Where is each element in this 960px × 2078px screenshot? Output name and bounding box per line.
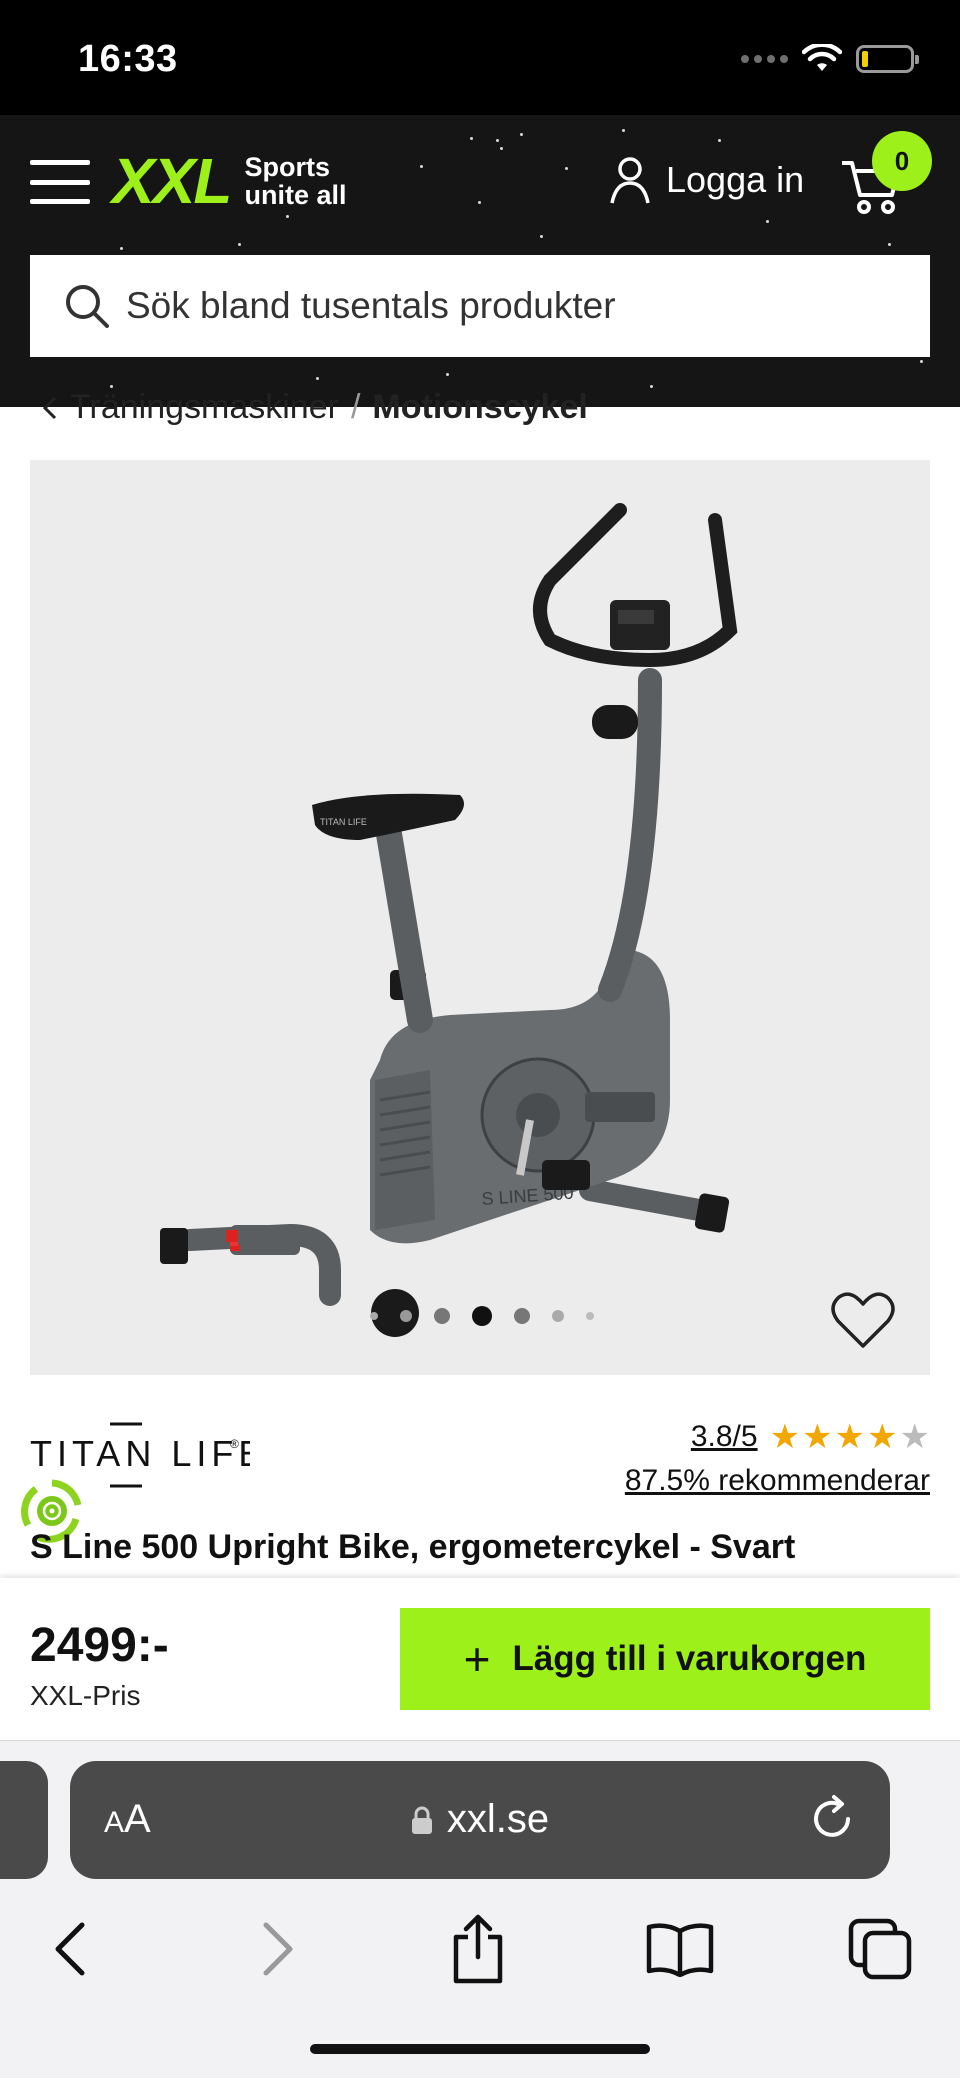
- star-filled-icon: ★: [802, 1418, 833, 1456]
- sticky-purchase-bar: 2499:- XXL-Pris + Lägg till i varukorgen: [0, 1578, 960, 1740]
- product-title: S Line 500 Upright Bike, ergometercykel …: [30, 1528, 796, 1566]
- chevron-right-icon: [263, 1922, 293, 1976]
- breadcrumb-current: Motionscykel: [372, 388, 588, 426]
- cellular-signal-icon: [741, 55, 788, 63]
- price-label: XXL-Pris: [30, 1680, 141, 1711]
- reload-icon[interactable]: [804, 1791, 860, 1847]
- user-icon: [610, 157, 650, 204]
- cart-count-badge: 0: [872, 131, 932, 191]
- login-label: Logga in: [666, 159, 805, 200]
- chevron-left-icon: [42, 396, 57, 419]
- exercise-bike-image: S LINE 500 TITAN LIFE: [160, 503, 738, 1337]
- site-header: XXL Sports unite all Logga in 0: [0, 115, 960, 407]
- status-time: 16:33: [78, 38, 178, 80]
- logo-tagline-line1: Sports: [244, 152, 330, 182]
- breadcrumb-separator: /: [350, 388, 361, 426]
- address-bar[interactable]: AA xxl.se: [70, 1761, 890, 1879]
- wifi-icon: [802, 44, 842, 71]
- product-rating[interactable]: 3.8/5 ★ ★ ★ ★ ★ 87.5% rekommenderar: [625, 1420, 930, 1498]
- status-icons: [741, 44, 919, 74]
- url-text: xxl.se: [446, 1797, 550, 1841]
- share-button[interactable]: [438, 1909, 518, 1989]
- rating-row: 3.8/5 ★ ★ ★ ★ ★: [625, 1420, 930, 1454]
- tabs-icon: [848, 1918, 912, 1980]
- add-to-cart-label: Lägg till i varukorgen: [512, 1639, 867, 1678]
- logo-wordmark: XXL: [112, 145, 232, 217]
- carousel-dot[interactable]: [400, 1310, 412, 1322]
- battery-icon: [856, 45, 919, 73]
- bookmarks-button[interactable]: [640, 1909, 720, 1989]
- chevron-left-icon: [55, 1922, 85, 1976]
- url-display[interactable]: xxl.se: [70, 1797, 890, 1842]
- tabs-button[interactable]: [840, 1909, 920, 1989]
- carousel-indicators[interactable]: [370, 1306, 594, 1326]
- rating-score[interactable]: 3.8/5: [691, 1420, 758, 1454]
- add-to-cart-button[interactable]: + Lägg till i varukorgen: [400, 1608, 930, 1710]
- favorite-button[interactable]: [830, 1290, 896, 1350]
- product-image-carousel[interactable]: S LINE 500 TITAN LIFE: [30, 460, 930, 1375]
- browser-nav-row: [0, 1909, 960, 1999]
- search-bar[interactable]: [30, 255, 930, 357]
- previous-tab-preview[interactable]: [0, 1761, 48, 1879]
- browser-toolbar: AA xxl.se: [0, 1740, 960, 2078]
- plus-icon: +: [463, 1633, 491, 1685]
- carousel-dot[interactable]: [552, 1310, 564, 1322]
- search-input[interactable]: [126, 285, 906, 327]
- brand-name: TITAN LIFE: [30, 1433, 250, 1474]
- rating-stars: ★ ★ ★ ★ ★: [770, 1420, 930, 1454]
- star-filled-icon: ★: [769, 1418, 801, 1456]
- back-button[interactable]: [30, 1909, 110, 1989]
- heart-icon: [831, 1292, 895, 1348]
- carousel-dot[interactable]: [370, 1312, 378, 1320]
- logo-tagline-line2: unite all: [244, 180, 347, 210]
- star-filled-icon: ★: [834, 1418, 866, 1456]
- login-button[interactable]: Logga in: [608, 155, 804, 205]
- logo-tagline: Sports unite all: [244, 153, 346, 209]
- product-price: 2499:-: [30, 1619, 169, 1672]
- carousel-dot[interactable]: [514, 1308, 530, 1324]
- carousel-dot[interactable]: [434, 1308, 450, 1324]
- star-filled-icon: ★: [867, 1418, 898, 1456]
- recommend-percentage[interactable]: 87.5% rekommenderar: [625, 1464, 930, 1498]
- xxl-logo[interactable]: XXL Sports unite all: [112, 149, 346, 213]
- share-icon: [453, 1914, 503, 1984]
- hamburger-menu-button[interactable]: [30, 160, 90, 204]
- star-empty-icon: ★: [899, 1418, 930, 1456]
- saddle-brand-label: TITAN LIFE: [320, 817, 367, 827]
- svg-text:®: ®: [230, 1437, 239, 1451]
- breadcrumb-parent-link[interactable]: Träningsmaskiner: [70, 388, 339, 427]
- breadcrumb: Träningsmaskiner / Motionscykel: [40, 388, 588, 427]
- carousel-dot[interactable]: [586, 1312, 594, 1320]
- book-icon: [646, 1923, 714, 1977]
- home-indicator[interactable]: [310, 2044, 650, 2054]
- forward-button[interactable]: [238, 1909, 318, 1989]
- search-icon: [66, 285, 109, 328]
- lock-icon: [411, 1806, 432, 1834]
- status-bar: 16:33: [0, 0, 960, 115]
- carousel-dot-active[interactable]: [472, 1306, 492, 1326]
